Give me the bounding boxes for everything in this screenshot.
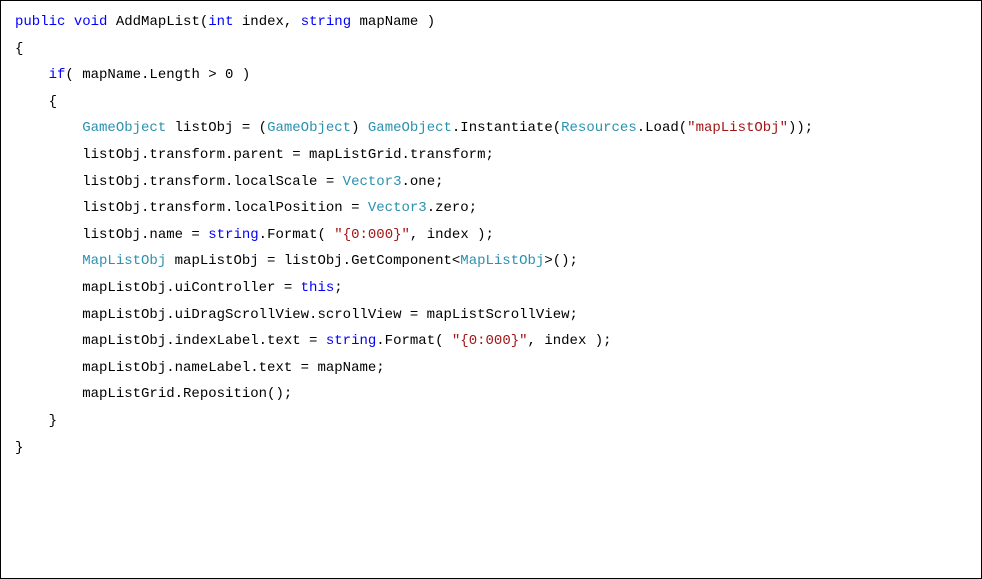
- code-line: }: [15, 435, 967, 462]
- code-line: if( mapName.Length > 0 ): [15, 62, 967, 89]
- code-line: listObj.transform.parent = mapListGrid.t…: [15, 142, 967, 169]
- code-line: mapListObj.indexLabel.text = string.Form…: [15, 328, 967, 355]
- code-line: }: [15, 408, 967, 435]
- code-line: GameObject listObj = (GameObject) GameOb…: [15, 115, 967, 142]
- code-line: mapListObj.uiController = this;: [15, 275, 967, 302]
- code-line: listObj.transform.localScale = Vector3.o…: [15, 169, 967, 196]
- code-block: public void AddMapList(int index, string…: [0, 0, 982, 579]
- code-line: {: [15, 36, 967, 63]
- code-line: listObj.transform.localPosition = Vector…: [15, 195, 967, 222]
- code-line: listObj.name = string.Format( "{0:000}",…: [15, 222, 967, 249]
- code-line: mapListObj.uiDragScrollView.scrollView =…: [15, 302, 967, 329]
- code-line: MapListObj mapListObj = listObj.GetCompo…: [15, 248, 967, 275]
- code-line: {: [15, 89, 967, 116]
- code-line: public void AddMapList(int index, string…: [15, 9, 967, 36]
- code-line: mapListObj.nameLabel.text = mapName;: [15, 355, 967, 382]
- code-line: mapListGrid.Reposition();: [15, 381, 967, 408]
